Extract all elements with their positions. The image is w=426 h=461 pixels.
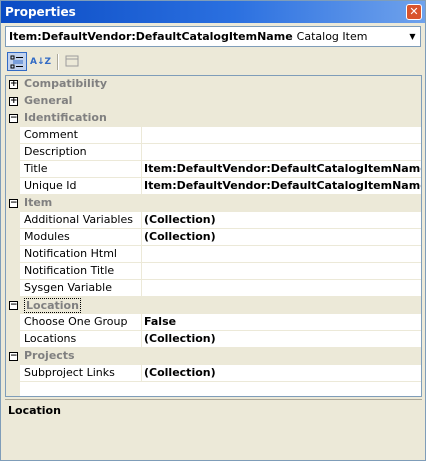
row-gutter bbox=[6, 229, 20, 246]
property-row[interactable]: Title Item:DefaultVendor:DefaultCatalogIt… bbox=[6, 161, 421, 178]
collapse-icon[interactable]: − bbox=[9, 114, 18, 123]
property-value[interactable]: Item:DefaultVendor:DefaultCatalogItemNam… bbox=[141, 178, 421, 195]
row-gutter bbox=[6, 178, 20, 195]
toolbar-separator bbox=[57, 54, 59, 70]
property-row[interactable]: Subproject Links (Collection) bbox=[6, 365, 421, 382]
object-name: Item:DefaultVendor:DefaultCatalogItemNam… bbox=[9, 30, 293, 43]
category-label: Identification bbox=[24, 111, 107, 124]
categorized-button[interactable] bbox=[7, 52, 27, 71]
row-gutter bbox=[6, 127, 20, 144]
category-row[interactable]: + General bbox=[6, 93, 421, 110]
categorized-icon bbox=[10, 55, 23, 69]
property-row[interactable]: Notification Title bbox=[6, 263, 421, 280]
row-gutter bbox=[6, 365, 20, 382]
property-grid[interactable]: + Compatibility + General − Identification Com… bbox=[5, 75, 422, 397]
row-gutter bbox=[6, 280, 20, 297]
collapse-icon[interactable]: − bbox=[9, 352, 18, 361]
category-label: Location bbox=[24, 298, 81, 313]
property-value[interactable]: (Collection) bbox=[141, 365, 421, 382]
description-title: Location bbox=[8, 404, 61, 417]
property-name: Subproject Links bbox=[24, 366, 115, 379]
category-row[interactable]: + Compatibility bbox=[6, 76, 421, 93]
property-value[interactable]: Item:DefaultVendor:DefaultCatalogItemNam… bbox=[141, 161, 421, 178]
category-label: Compatibility bbox=[24, 77, 108, 90]
category-row[interactable]: − Identification bbox=[6, 110, 421, 127]
property-row[interactable]: Sysgen Variable bbox=[6, 280, 421, 297]
row-gutter bbox=[6, 382, 20, 396]
alphabetical-icon: A↓Z bbox=[30, 57, 52, 67]
row-gutter bbox=[6, 331, 20, 348]
property-name: Choose One Group bbox=[24, 315, 128, 328]
close-icon: ✕ bbox=[409, 5, 419, 18]
properties-window: Properties ✕ Item:DefaultVendor:DefaultC… bbox=[0, 0, 426, 461]
object-type: Catalog Item bbox=[296, 30, 368, 43]
category-label: Item bbox=[24, 196, 53, 209]
property-row[interactable]: Modules (Collection) bbox=[6, 229, 421, 246]
close-button[interactable]: ✕ bbox=[406, 4, 422, 20]
property-value[interactable] bbox=[141, 263, 421, 280]
window-title: Properties bbox=[5, 5, 76, 19]
property-name: Modules bbox=[24, 230, 70, 243]
row-gutter bbox=[6, 314, 20, 331]
dropdown-arrow-icon[interactable]: ▼ bbox=[405, 27, 420, 46]
property-name: Additional Variables bbox=[24, 213, 133, 226]
property-name: Description bbox=[24, 145, 87, 158]
property-name: Title bbox=[24, 162, 48, 175]
property-value[interactable]: False bbox=[141, 314, 421, 331]
row-gutter bbox=[6, 144, 20, 161]
empty-row bbox=[6, 382, 421, 396]
object-selector[interactable]: Item:DefaultVendor:DefaultCatalogItemNam… bbox=[5, 26, 421, 47]
category-row[interactable]: − Location bbox=[6, 297, 421, 314]
property-row[interactable]: Locations (Collection) bbox=[6, 331, 421, 348]
property-value[interactable]: (Collection) bbox=[141, 331, 421, 348]
category-label: Projects bbox=[24, 349, 75, 362]
property-value[interactable]: (Collection) bbox=[141, 229, 421, 246]
row-gutter bbox=[6, 246, 20, 263]
property-value[interactable] bbox=[141, 127, 421, 144]
expand-icon[interactable]: + bbox=[9, 80, 18, 89]
property-row[interactable]: Unique Id Item:DefaultVendor:DefaultCatal… bbox=[6, 178, 421, 195]
property-name: Sysgen Variable bbox=[24, 281, 112, 294]
property-name: Locations bbox=[24, 332, 77, 345]
title-bar[interactable]: Properties ✕ bbox=[1, 1, 425, 23]
collapse-icon[interactable]: − bbox=[9, 199, 18, 208]
property-row[interactable]: Choose One Group False bbox=[6, 314, 421, 331]
property-name: Comment bbox=[24, 128, 78, 141]
alphabetical-button[interactable]: A↓Z bbox=[30, 52, 52, 71]
description-pane: Location bbox=[5, 399, 422, 457]
property-name: Unique Id bbox=[24, 179, 77, 192]
property-row[interactable]: Notification Html bbox=[6, 246, 421, 263]
property-value[interactable] bbox=[141, 144, 421, 161]
property-value[interactable] bbox=[141, 280, 421, 297]
collapse-icon[interactable]: − bbox=[9, 301, 18, 310]
property-value[interactable] bbox=[141, 246, 421, 263]
category-label: General bbox=[24, 94, 73, 107]
row-gutter bbox=[6, 212, 20, 229]
property-pages-button[interactable] bbox=[62, 52, 82, 71]
toolbar: A↓Z bbox=[5, 51, 421, 73]
category-row[interactable]: − Projects bbox=[6, 348, 421, 365]
row-gutter bbox=[6, 161, 20, 178]
row-gutter bbox=[6, 263, 20, 280]
property-row[interactable]: Additional Variables (Collection) bbox=[6, 212, 421, 229]
property-value[interactable]: (Collection) bbox=[141, 212, 421, 229]
property-name: Notification Html bbox=[24, 247, 117, 260]
property-pages-icon bbox=[65, 55, 79, 67]
property-row[interactable]: Description bbox=[6, 144, 421, 161]
property-row[interactable]: Comment bbox=[6, 127, 421, 144]
category-row[interactable]: − Item bbox=[6, 195, 421, 212]
property-name: Notification Title bbox=[24, 264, 115, 277]
expand-icon[interactable]: + bbox=[9, 97, 18, 106]
